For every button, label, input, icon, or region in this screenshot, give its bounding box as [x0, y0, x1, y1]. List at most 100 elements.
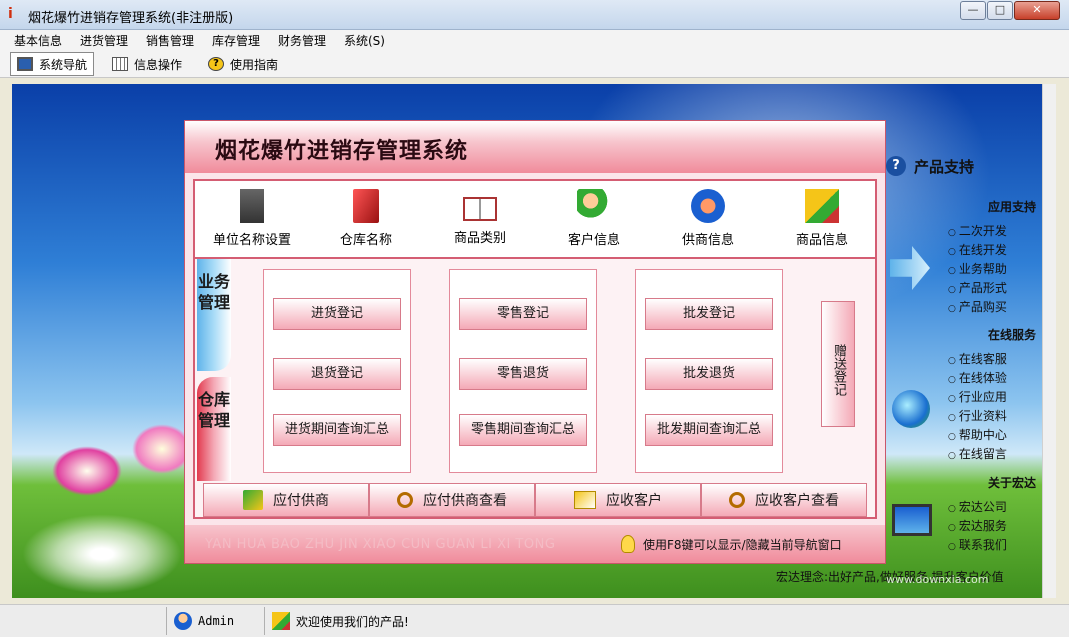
wholesale-summary-button[interactable]: 批发期间查询汇总 [645, 414, 773, 446]
globe-icon [892, 390, 930, 428]
warehouse-name-item[interactable]: 仓库名称 [311, 189, 421, 248]
app-support-heading: 应用支持 [987, 200, 1036, 214]
link-secondary-dev[interactable]: 二次开发 [948, 222, 1007, 239]
purchase-group: 进货登记 退货登记 进货期间查询汇总 [263, 269, 411, 473]
boxes-icon [272, 612, 290, 630]
supplier-info-item[interactable]: 供商信息 [653, 189, 763, 248]
purchase-register-button[interactable]: 进货登记 [273, 298, 401, 330]
link-company[interactable]: 宏达公司 [948, 498, 1007, 515]
watermark: www.downxia.com [886, 573, 989, 586]
main-area: 烟花爆竹进销存管理系统 单位名称设置 仓库名称 商品类别 客户信息 供商信息 商… [12, 84, 1042, 598]
boxes-icon [805, 189, 839, 223]
link-contact[interactable]: 联系我们 [948, 536, 1007, 553]
customer-info-item[interactable]: 客户信息 [539, 189, 649, 248]
retail-return-button[interactable]: 零售退货 [459, 358, 587, 390]
link-industry-docs[interactable]: 行业资料 [948, 407, 1007, 424]
nav-frame: 单位名称设置 仓库名称 商品类别 客户信息 供商信息 商品信息 业务管理 仓库管… [193, 179, 877, 519]
status-divider [264, 607, 265, 635]
monitor-icon [17, 57, 33, 71]
f8-hint-text: 使用F8键可以显示/隐藏当前导航窗口 [643, 537, 842, 552]
purchase-return-button[interactable]: 退货登记 [273, 358, 401, 390]
status-user: Admin [174, 609, 234, 633]
purchase-summary-button[interactable]: 进货期间查询汇总 [273, 414, 401, 446]
unit-setting-label: 单位名称设置 [212, 233, 291, 248]
wholesale-group: 批发登记 批发退货 批发期间查询汇总 [635, 269, 783, 473]
menu-sales[interactable]: 销售管理 [146, 32, 194, 49]
tab-user-guide[interactable]: ? 使用指南 [202, 52, 284, 76]
app-icon: i [8, 6, 13, 22]
link-service[interactable]: 宏达服务 [948, 517, 1007, 534]
user-icon [174, 612, 192, 630]
support-sidebar: ? 产品支持 应用支持 二次开发 在线开发 业务帮助 产品形式 产品购买 在线服… [884, 156, 1042, 576]
menu-purchase[interactable]: 进货管理 [80, 32, 128, 49]
flower-decoration [52, 446, 122, 496]
money-icon [574, 491, 596, 509]
magnifier-icon [729, 492, 745, 508]
building-icon [240, 189, 264, 223]
customer-info-label: 客户信息 [567, 233, 620, 248]
pencil-icon [243, 490, 263, 510]
support-title: 产品支持 [914, 158, 975, 176]
tab-system-nav-label: 系统导航 [39, 57, 88, 72]
retail-group: 零售登记 零售退货 零售期间查询汇总 [449, 269, 597, 473]
wholesale-return-button[interactable]: 批发退货 [645, 358, 773, 390]
receivable-customer-view-button[interactable]: 应收客户查看 [701, 483, 867, 517]
payable-supplier-button[interactable]: 应付供商 [203, 483, 369, 517]
link-industry-apps[interactable]: 行业应用 [948, 388, 1007, 405]
link-product-form[interactable]: 产品形式 [948, 279, 1007, 296]
payable-supplier-view-button[interactable]: 应付供商查看 [369, 483, 535, 517]
close-button[interactable]: ✕ [1014, 1, 1060, 20]
window-title: 烟花爆竹进销存管理系统(非注册版) [28, 11, 234, 26]
supplier-info-label: 供商信息 [681, 233, 734, 248]
computer-icon [892, 504, 932, 536]
flower-decoration [132, 424, 192, 474]
payable-supplier-label: 应付供商 [273, 493, 329, 509]
toolbar: 系统导航 信息操作 ? 使用指南 [0, 50, 1069, 78]
grid-icon [112, 57, 128, 71]
open-book-icon [463, 197, 497, 221]
wholesale-register-button[interactable]: 批发登记 [645, 298, 773, 330]
menu-bar: 基本信息 进货管理 销售管理 库存管理 财务管理 系统(S) [0, 30, 1069, 50]
retail-register-button[interactable]: 零售登记 [459, 298, 587, 330]
tab-info-ops[interactable]: 信息操作 [106, 52, 188, 76]
link-online-trial[interactable]: 在线体验 [948, 369, 1007, 386]
product-category-item[interactable]: 商品类别 [425, 189, 535, 246]
unit-setting-item[interactable]: 单位名称设置 [197, 189, 307, 248]
menu-finance[interactable]: 财务管理 [278, 32, 326, 49]
receivable-customer-button[interactable]: 应收客户 [535, 483, 701, 517]
link-online-support[interactable]: 在线客服 [948, 350, 1007, 367]
link-online-dev[interactable]: 在线开发 [948, 241, 1007, 258]
magnifier-icon [397, 492, 413, 508]
menu-system[interactable]: 系统(S) [344, 32, 385, 49]
status-user-name: Admin [198, 614, 235, 628]
gift-register-button[interactable]: 赠送登记 [821, 301, 855, 427]
book-red-icon [353, 189, 379, 223]
tab-system-nav[interactable]: 系统导航 [10, 52, 95, 76]
maximize-button[interactable]: □ [987, 1, 1013, 20]
nav-panel: 烟花爆竹进销存管理系统 单位名称设置 仓库名称 商品类别 客户信息 供商信息 商… [184, 120, 886, 564]
vertical-scrollbar[interactable] [1042, 84, 1056, 598]
retail-summary-button[interactable]: 零售期间查询汇总 [459, 414, 587, 446]
link-help-center[interactable]: 帮助中心 [948, 426, 1007, 443]
product-info-item[interactable]: 商品信息 [767, 189, 877, 248]
tab-user-guide-label: 使用指南 [230, 57, 279, 72]
menu-inventory[interactable]: 库存管理 [212, 32, 260, 49]
link-online-message[interactable]: 在线留言 [948, 445, 1007, 462]
status-divider [166, 607, 167, 635]
daisy-decoration [22, 514, 182, 594]
link-business-help[interactable]: 业务帮助 [948, 260, 1007, 277]
tab-warehouse-management[interactable]: 仓库管理 [197, 377, 231, 481]
link-product-purchase[interactable]: 产品购买 [948, 298, 1007, 315]
status-welcome: 欢迎使用我们的产品! [272, 609, 409, 633]
minimize-button[interactable]: — [960, 1, 986, 20]
lightbulb-icon [621, 535, 635, 553]
warehouse-name-label: 仓库名称 [339, 233, 392, 248]
nav-panel-footer: YAN HUA BAO ZHU JIN XIAO CUN GUAN LI XI … [185, 525, 885, 563]
f8-hint: 使用F8键可以显示/隐藏当前导航窗口 [621, 535, 842, 553]
product-info-label: 商品信息 [795, 233, 848, 248]
menu-basic-info[interactable]: 基本信息 [14, 32, 62, 49]
pinyin-caption: YAN HUA BAO ZHU JIN XIAO CUN GUAN LI XI … [205, 537, 556, 552]
tab-business-management[interactable]: 业务管理 [197, 259, 231, 371]
title-bar: i 烟花爆竹进销存管理系统(非注册版) — □ ✕ [0, 0, 1069, 30]
product-category-label: 商品类别 [453, 231, 506, 246]
